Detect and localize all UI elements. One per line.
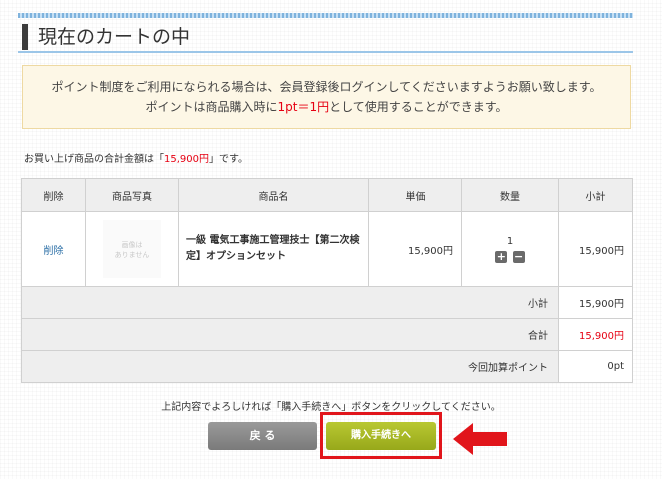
points-label: 今回加算ポイント — [21, 350, 559, 383]
cart-table: 削除 商品写真 商品名 単価 数量 小計 削除 画像は ありません 一級 電気工… — [21, 178, 633, 383]
total-summary-post: 」です。 — [209, 154, 248, 165]
back-button[interactable]: 戻 る — [208, 422, 317, 450]
total-summary-pre: お買い上げ商品の合計金額は「 — [24, 154, 164, 165]
total-summary-amount: 15,900円 — [164, 154, 209, 165]
notice-line-1: ポイント制度をご利用になられる場合は、会員登録後ログインしてくださいますようお願… — [51, 80, 602, 94]
no-image-line-1: 画像は — [121, 241, 143, 249]
header-subtotal: 小計 — [558, 178, 633, 212]
red-arrow-icon — [453, 423, 507, 455]
header-photo: 商品写真 — [85, 178, 179, 212]
notice-rate: 1pt＝1円 — [277, 100, 330, 114]
subtotal-label: 小計 — [21, 286, 559, 319]
unit-price: 15,900円 — [368, 211, 462, 287]
subtotal-row: 小計 15,900円 — [21, 286, 633, 319]
header-unit-price: 単価 — [368, 178, 462, 212]
product-name: 一級 電気工事施工管理技士【第二次検定】オプションセット — [186, 235, 360, 262]
notice-line-2-post: として使用することができます。 — [329, 100, 508, 114]
cart-header-row: 削除 商品写真 商品名 単価 数量 小計 — [21, 178, 633, 212]
name-cell: 一級 電気工事施工管理技士【第二次検定】オプションセット — [178, 211, 369, 287]
quantity-value: 1 — [506, 235, 514, 247]
purchase-button[interactable]: 購入手続きへ — [326, 422, 436, 450]
no-image-line-2: ありません — [114, 251, 150, 259]
points-value: 0pt — [558, 350, 633, 383]
total-row: 合計 15,900円 — [21, 318, 633, 351]
header-name: 商品名 — [178, 178, 369, 212]
page-title: 現在のカートの中 — [22, 24, 190, 50]
title-underline — [18, 51, 633, 53]
top-stripe — [18, 13, 633, 18]
item-subtotal: 15,900円 — [558, 211, 633, 287]
points-row: 今回加算ポイント 0pt — [21, 350, 633, 383]
quantity-cell: 1 + − — [461, 211, 559, 287]
plus-icon[interactable]: + — [495, 250, 508, 263]
subtotal-value: 15,900円 — [558, 286, 633, 319]
header-delete: 削除 — [21, 178, 86, 212]
delete-link[interactable]: 削除 — [44, 246, 64, 257]
minus-icon[interactable]: − — [512, 250, 525, 263]
total-value: 15,900円 — [558, 318, 633, 351]
header-quantity: 数量 — [461, 178, 559, 212]
total-summary: お買い上げ商品の合計金額は「15,900円」です。 — [24, 150, 248, 165]
footer-note: 上記内容でよろしければ「購入手続きへ」ボタンをクリックしてください。 — [161, 402, 501, 413]
total-label: 合計 — [21, 318, 559, 351]
no-image-placeholder: 画像は ありません — [103, 220, 161, 278]
notice-line-2-pre: ポイントは商品購入時に — [145, 100, 278, 114]
table-row: 削除 画像は ありません 一級 電気工事施工管理技士【第二次検定】オプションセッ… — [21, 211, 633, 287]
notice-line-2: ポイントは商品購入時に1pt＝1円として使用することができます。 — [23, 97, 630, 117]
photo-cell: 画像は ありません — [85, 211, 179, 287]
point-notice: ポイント制度をご利用になられる場合は、会員登録後ログインしてくださいますようお願… — [22, 65, 631, 129]
delete-cell: 削除 — [21, 211, 86, 287]
